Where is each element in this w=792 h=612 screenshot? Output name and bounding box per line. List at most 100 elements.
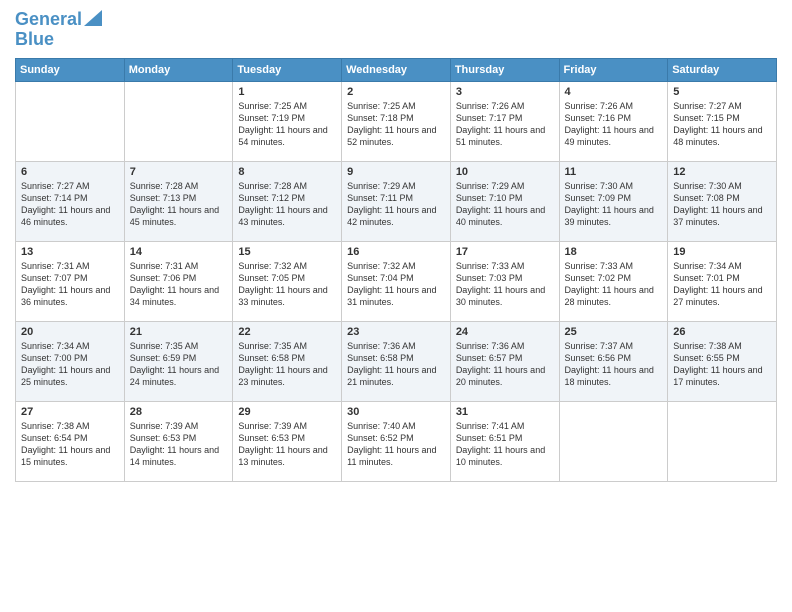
calendar-cell: 1 Sunrise: 7:25 AMSunset: 7:19 PMDaylight… xyxy=(233,81,342,161)
day-number: 28 xyxy=(130,406,228,418)
calendar-cell: 24 Sunrise: 7:36 AMSunset: 6:57 PMDayligh… xyxy=(450,321,559,401)
day-number: 19 xyxy=(673,246,771,258)
calendar-cell: 13Sunrise: 7:31 AMSunset: 7:07 PMDayligh… xyxy=(16,241,125,321)
calendar-day-header: Thursday xyxy=(450,58,559,81)
cell-info: Sunrise: 7:35 AMSunset: 6:59 PMDaylight:… xyxy=(130,340,228,389)
calendar-cell: 18Sunrise: 7:33 AMSunset: 7:02 PMDayligh… xyxy=(559,241,668,321)
day-number: 9 xyxy=(347,166,445,178)
day-number: 12 xyxy=(673,166,771,178)
calendar-cell: 22Sunrise: 7:35 AMSunset: 6:58 PMDayligh… xyxy=(233,321,342,401)
calendar-cell xyxy=(16,81,125,161)
cell-info: Sunrise: 7:36 AMSunset: 6:57 PMDaylight:… xyxy=(456,340,554,389)
calendar-cell: 3 Sunrise: 7:26 AMSunset: 7:17 PMDaylight… xyxy=(450,81,559,161)
cell-info: Sunrise: 7:34 AMSunset: 7:01 PMDaylight:… xyxy=(673,260,771,309)
calendar-cell: 25 Sunrise: 7:37 AMSunset: 6:56 PMDayligh… xyxy=(559,321,668,401)
cell-info: Sunrise: 7:41 AMSunset: 6:51 PMDaylight:… xyxy=(456,420,554,469)
calendar-cell: 8 Sunrise: 7:28 AMSunset: 7:12 PMDaylight… xyxy=(233,161,342,241)
calendar-cell: 14 Sunrise: 7:31 AMSunset: 7:06 PMDayligh… xyxy=(124,241,233,321)
calendar-header-row: SundayMondayTuesdayWednesdayThursdayFrid… xyxy=(16,58,777,81)
day-number: 1 xyxy=(238,86,336,98)
day-number: 24 xyxy=(456,326,554,338)
day-number: 31 xyxy=(456,406,554,418)
day-number: 13 xyxy=(21,246,119,258)
day-number: 7 xyxy=(130,166,228,178)
calendar-week-row: 20 Sunrise: 7:34 AMSunset: 7:00 PMDayligh… xyxy=(16,321,777,401)
calendar-cell: 11 Sunrise: 7:30 AMSunset: 7:09 PMDayligh… xyxy=(559,161,668,241)
calendar-cell: 31 Sunrise: 7:41 AMSunset: 6:51 PMDayligh… xyxy=(450,401,559,481)
cell-info: Sunrise: 7:28 AMSunset: 7:12 PMDaylight:… xyxy=(238,180,336,229)
logo-blue: Blue xyxy=(15,30,54,50)
day-number: 23 xyxy=(347,326,445,338)
cell-info: Sunrise: 7:26 AMSunset: 7:16 PMDaylight:… xyxy=(565,100,663,149)
cell-info: Sunrise: 7:28 AMSunset: 7:13 PMDaylight:… xyxy=(130,180,228,229)
calendar-cell: 15Sunrise: 7:32 AMSunset: 7:05 PMDayligh… xyxy=(233,241,342,321)
day-number: 30 xyxy=(347,406,445,418)
calendar-cell xyxy=(124,81,233,161)
cell-info: Sunrise: 7:29 AMSunset: 7:10 PMDaylight:… xyxy=(456,180,554,229)
logo-text: General xyxy=(15,10,82,30)
day-number: 10 xyxy=(456,166,554,178)
calendar-cell: 28Sunrise: 7:39 AMSunset: 6:53 PMDayligh… xyxy=(124,401,233,481)
day-number: 5 xyxy=(673,86,771,98)
day-number: 17 xyxy=(456,246,554,258)
calendar-week-row: 1 Sunrise: 7:25 AMSunset: 7:19 PMDaylight… xyxy=(16,81,777,161)
page: General Blue SundayMondayTuesdayWednesda… xyxy=(0,0,792,612)
cell-info: Sunrise: 7:36 AMSunset: 6:58 PMDaylight:… xyxy=(347,340,445,389)
calendar-cell: 16 Sunrise: 7:32 AMSunset: 7:04 PMDayligh… xyxy=(342,241,451,321)
day-number: 26 xyxy=(673,326,771,338)
calendar-cell xyxy=(559,401,668,481)
day-number: 25 xyxy=(565,326,663,338)
cell-info: Sunrise: 7:25 AMSunset: 7:18 PMDaylight:… xyxy=(347,100,445,149)
calendar-cell: 2 Sunrise: 7:25 AMSunset: 7:18 PMDaylight… xyxy=(342,81,451,161)
calendar-cell: 20 Sunrise: 7:34 AMSunset: 7:00 PMDayligh… xyxy=(16,321,125,401)
cell-info: Sunrise: 7:38 AMSunset: 6:54 PMDaylight:… xyxy=(21,420,119,469)
calendar-cell: 27Sunrise: 7:38 AMSunset: 6:54 PMDayligh… xyxy=(16,401,125,481)
day-number: 20 xyxy=(21,326,119,338)
calendar-cell: 23 Sunrise: 7:36 AMSunset: 6:58 PMDayligh… xyxy=(342,321,451,401)
calendar-day-header: Wednesday xyxy=(342,58,451,81)
cell-info: Sunrise: 7:27 AMSunset: 7:14 PMDaylight:… xyxy=(21,180,119,229)
calendar-cell: 19 Sunrise: 7:34 AMSunset: 7:01 PMDayligh… xyxy=(668,241,777,321)
calendar-day-header: Monday xyxy=(124,58,233,81)
day-number: 16 xyxy=(347,246,445,258)
logo: General Blue xyxy=(15,10,102,50)
day-number: 4 xyxy=(565,86,663,98)
calendar-week-row: 6 Sunrise: 7:27 AMSunset: 7:14 PMDaylight… xyxy=(16,161,777,241)
cell-info: Sunrise: 7:30 AMSunset: 7:09 PMDaylight:… xyxy=(565,180,663,229)
cell-info: Sunrise: 7:40 AMSunset: 6:52 PMDaylight:… xyxy=(347,420,445,469)
calendar-cell: 12Sunrise: 7:30 AMSunset: 7:08 PMDayligh… xyxy=(668,161,777,241)
day-number: 22 xyxy=(238,326,336,338)
calendar-day-header: Sunday xyxy=(16,58,125,81)
day-number: 6 xyxy=(21,166,119,178)
calendar-cell: 4 Sunrise: 7:26 AMSunset: 7:16 PMDaylight… xyxy=(559,81,668,161)
header: General Blue xyxy=(15,10,777,50)
day-number: 2 xyxy=(347,86,445,98)
day-number: 3 xyxy=(456,86,554,98)
day-number: 11 xyxy=(565,166,663,178)
cell-info: Sunrise: 7:25 AMSunset: 7:19 PMDaylight:… xyxy=(238,100,336,149)
calendar-cell: 17 Sunrise: 7:33 AMSunset: 7:03 PMDayligh… xyxy=(450,241,559,321)
cell-info: Sunrise: 7:34 AMSunset: 7:00 PMDaylight:… xyxy=(21,340,119,389)
calendar-day-header: Friday xyxy=(559,58,668,81)
cell-info: Sunrise: 7:31 AMSunset: 7:06 PMDaylight:… xyxy=(130,260,228,309)
calendar-week-row: 27Sunrise: 7:38 AMSunset: 6:54 PMDayligh… xyxy=(16,401,777,481)
calendar-cell: 30 Sunrise: 7:40 AMSunset: 6:52 PMDayligh… xyxy=(342,401,451,481)
logo-icon xyxy=(84,10,102,26)
cell-info: Sunrise: 7:33 AMSunset: 7:03 PMDaylight:… xyxy=(456,260,554,309)
calendar-cell: 7 Sunrise: 7:28 AMSunset: 7:13 PMDaylight… xyxy=(124,161,233,241)
day-number: 8 xyxy=(238,166,336,178)
calendar-cell: 10 Sunrise: 7:29 AMSunset: 7:10 PMDayligh… xyxy=(450,161,559,241)
cell-info: Sunrise: 7:39 AMSunset: 6:53 PMDaylight:… xyxy=(238,420,336,469)
cell-info: Sunrise: 7:27 AMSunset: 7:15 PMDaylight:… xyxy=(673,100,771,149)
cell-info: Sunrise: 7:32 AMSunset: 7:05 PMDaylight:… xyxy=(238,260,336,309)
calendar-day-header: Saturday xyxy=(668,58,777,81)
cell-info: Sunrise: 7:37 AMSunset: 6:56 PMDaylight:… xyxy=(565,340,663,389)
day-number: 29 xyxy=(238,406,336,418)
cell-info: Sunrise: 7:38 AMSunset: 6:55 PMDaylight:… xyxy=(673,340,771,389)
cell-info: Sunrise: 7:26 AMSunset: 7:17 PMDaylight:… xyxy=(456,100,554,149)
day-number: 14 xyxy=(130,246,228,258)
calendar-cell: 9Sunrise: 7:29 AMSunset: 7:11 PMDaylight… xyxy=(342,161,451,241)
cell-info: Sunrise: 7:32 AMSunset: 7:04 PMDaylight:… xyxy=(347,260,445,309)
calendar-cell: 21Sunrise: 7:35 AMSunset: 6:59 PMDayligh… xyxy=(124,321,233,401)
calendar-day-header: Tuesday xyxy=(233,58,342,81)
